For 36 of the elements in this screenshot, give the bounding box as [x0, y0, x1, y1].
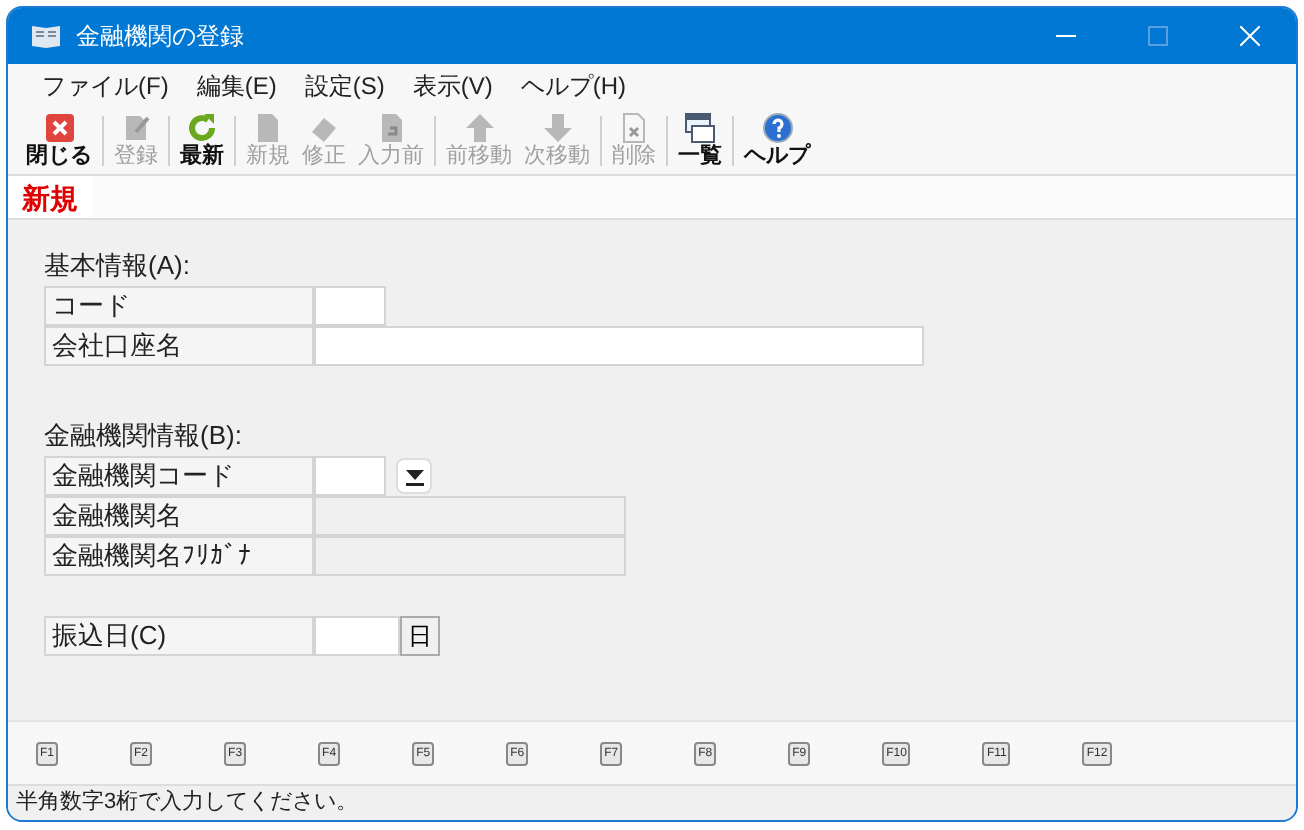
refresh-icon: [186, 112, 218, 144]
document-x-icon: [618, 112, 650, 144]
close-icon: [1240, 26, 1260, 46]
maximize-icon: [1148, 26, 1168, 46]
input-field[interactable]: [314, 286, 386, 326]
menu-item[interactable]: 表示(V): [398, 68, 507, 104]
field-label: 会社口座名: [44, 326, 314, 366]
field-label: 振込日(C): [44, 616, 314, 656]
document-pencil-icon: [120, 112, 152, 144]
input-field[interactable]: [314, 456, 386, 496]
input-field[interactable]: [314, 616, 400, 656]
menu-item[interactable]: ファイル(F): [28, 68, 183, 104]
eraser-icon: [308, 112, 340, 144]
toolbar-button[interactable]: ヘルプ: [738, 108, 816, 174]
field-label: 金融機関名: [44, 496, 314, 536]
window-title: 金融機関の登録: [76, 20, 244, 54]
section-heading: 基本情報(A):: [44, 248, 192, 284]
field-label: 金融機関名ﾌﾘｶﾞﾅ: [44, 536, 314, 576]
menu-item[interactable]: 設定(S): [290, 68, 399, 104]
down-arrow-icon: [541, 112, 573, 144]
menu-item[interactable]: ヘルプ(H): [506, 68, 640, 104]
calendar-button[interactable]: 日: [400, 616, 440, 656]
status-bar: 半角数字3桁で入力してください。: [8, 784, 1296, 820]
dropdown-button[interactable]: [396, 458, 432, 494]
caret-icon: [405, 467, 423, 485]
field-label: コード: [44, 286, 314, 326]
field-label: 金融機関コード: [44, 456, 314, 496]
toolbar-button[interactable]: 閉じる: [20, 108, 98, 174]
toolbar-button[interactable]: 一覧: [672, 108, 728, 174]
up-arrow-icon: [463, 112, 495, 144]
document-icon: [252, 112, 284, 144]
menu-item[interactable]: 編集(E): [182, 68, 291, 104]
app-icon: [32, 24, 60, 48]
input-field[interactable]: [314, 326, 924, 366]
toolbar-button[interactable]: 最新: [174, 108, 230, 174]
section-heading: 金融機関情報(B):: [44, 418, 244, 454]
